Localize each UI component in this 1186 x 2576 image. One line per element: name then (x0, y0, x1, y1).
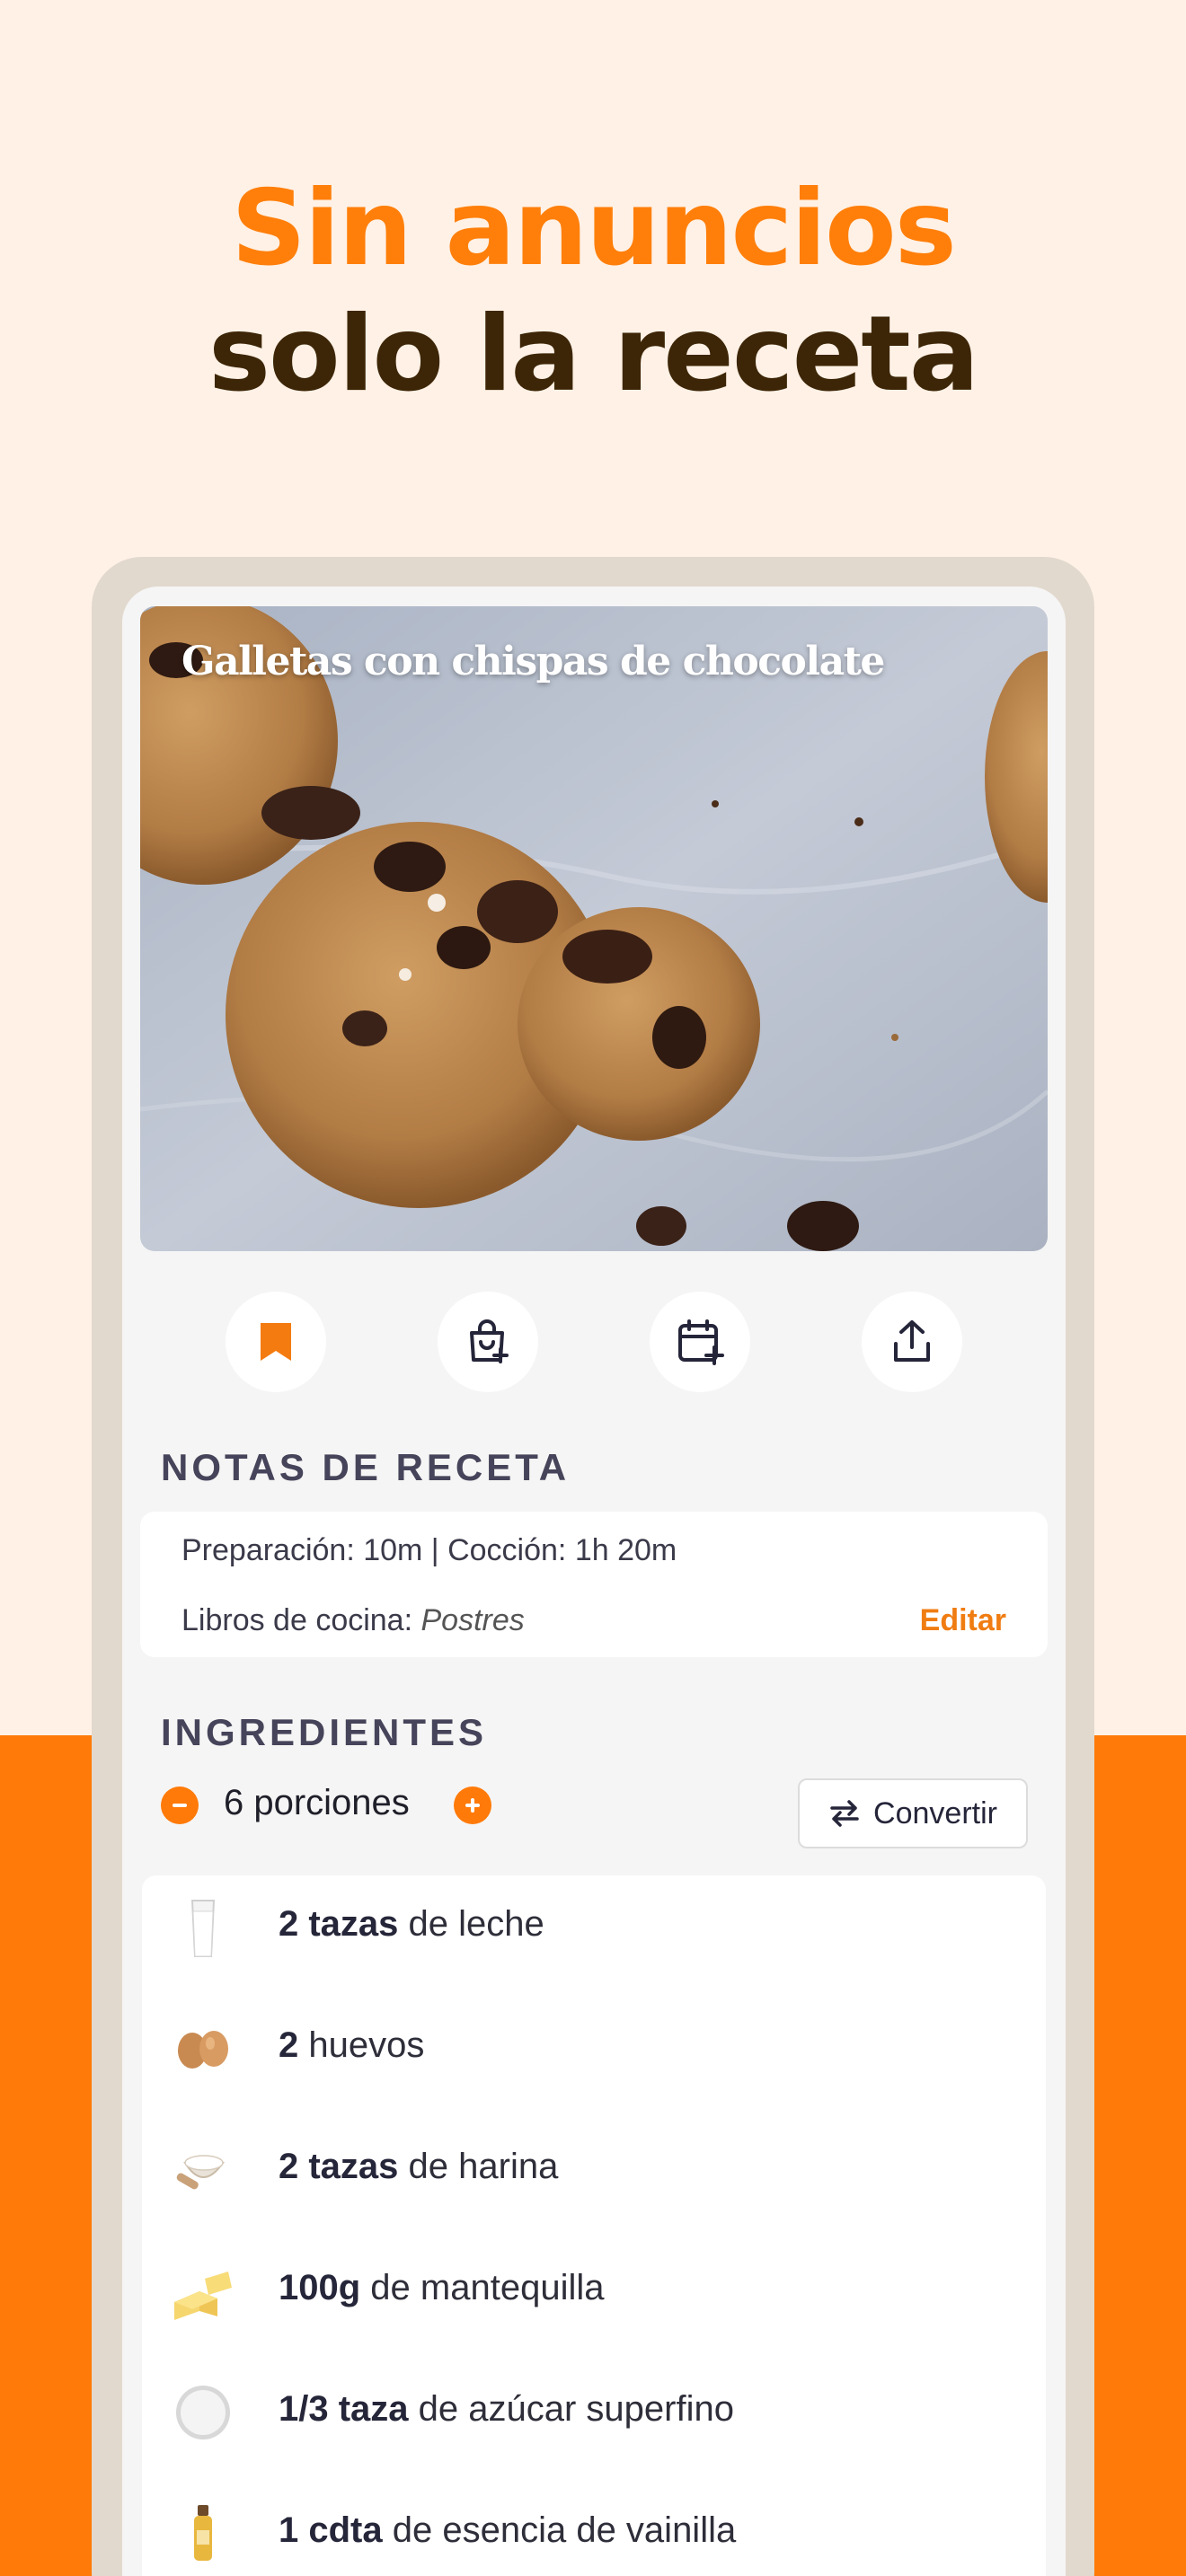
ingredient-text: 2 tazas de harina (279, 2147, 559, 2186)
cookies-photo (140, 606, 1048, 1251)
decrease-servings-button[interactable] (161, 1786, 199, 1824)
servings-control: 6 porciones (161, 1779, 538, 1833)
swap-arrows-icon (830, 1800, 859, 1827)
eggs-icon (178, 2031, 228, 2069)
ingredient-text: 1/3 taza de azúcar superfino (279, 2389, 734, 2429)
cookbooks-value: Postres (420, 1603, 525, 1637)
recipe-title: Galletas con chispas de chocolate (181, 639, 885, 684)
shopping-bag-add-icon (470, 1319, 509, 1363)
add-to-calendar-button[interactable] (650, 1292, 750, 1392)
ingredient-row[interactable]: 1/3 taza de azúcar superfino (142, 2360, 1046, 2459)
add-to-shopping-list-button[interactable] (438, 1292, 538, 1392)
flour-bowl-icon (176, 2155, 225, 2190)
ingredients-list: 2 tazas de leche 2 huevos 2 tazas de har… (142, 1875, 1046, 2576)
calendar-add-icon (678, 1319, 724, 1365)
servings-count: 6 porciones (224, 1783, 410, 1822)
ingredient-text: 100g de mantequilla (279, 2268, 605, 2307)
bookmark-icon (261, 1323, 291, 1361)
ingredient-row[interactable]: 2 tazas de leche (142, 1875, 1046, 1974)
cookbooks-line: Libros de cocina: Postres (181, 1603, 525, 1638)
recipe-notes-card: Preparación: 10m | Cocción: 1h 20m Libro… (140, 1512, 1048, 1657)
convert-label: Convertir (873, 1795, 997, 1831)
sugar-icon (176, 2386, 230, 2439)
ingredient-row[interactable]: 2 tazas de harina (142, 2118, 1046, 2217)
ingredient-row[interactable]: 2 huevos (142, 1997, 1046, 2095)
milk-glass-icon (190, 1900, 216, 1957)
ingredient-row[interactable]: 100g de mantequilla (142, 2239, 1046, 2338)
convert-units-button[interactable]: Convertir (798, 1778, 1028, 1848)
vanilla-bottle-icon (194, 2505, 212, 2561)
plus-icon (465, 1798, 480, 1813)
cookbooks-label: Libros de cocina: (181, 1603, 413, 1637)
ingredient-text: 2 tazas de leche (279, 1904, 544, 1944)
phone-screen: Galletas con chispas de chocolate NOTAS … (122, 587, 1066, 2576)
headline: Sin anuncios solo la receta (0, 166, 1186, 418)
butter-icon (174, 2272, 232, 2320)
recipe-actions (122, 1292, 1066, 1395)
recipe-times: Preparación: 10m | Cocción: 1h 20m (181, 1533, 677, 1567)
share-icon (894, 1320, 930, 1362)
edit-notes-link[interactable]: Editar (920, 1603, 1006, 1638)
recipe-hero-image: Galletas con chispas de chocolate (140, 606, 1048, 1251)
notes-section-title: NOTAS DE RECETA (161, 1446, 571, 1488)
increase-servings-button[interactable] (454, 1786, 491, 1824)
bookmark-button[interactable] (226, 1292, 326, 1392)
ingredient-text: 1 cdta de esencia de vainilla (279, 2510, 737, 2550)
headline-line-2: solo la receta (208, 294, 979, 415)
ingredient-text: 2 huevos (279, 2025, 425, 2065)
ingredients-section-title: INGREDIENTES (161, 1711, 488, 1753)
ingredient-row[interactable]: 1 cdta de esencia de vainilla (142, 2482, 1046, 2576)
minus-icon (173, 1804, 187, 1807)
headline-line-1: Sin anuncios (231, 168, 957, 289)
share-button[interactable] (862, 1292, 962, 1392)
